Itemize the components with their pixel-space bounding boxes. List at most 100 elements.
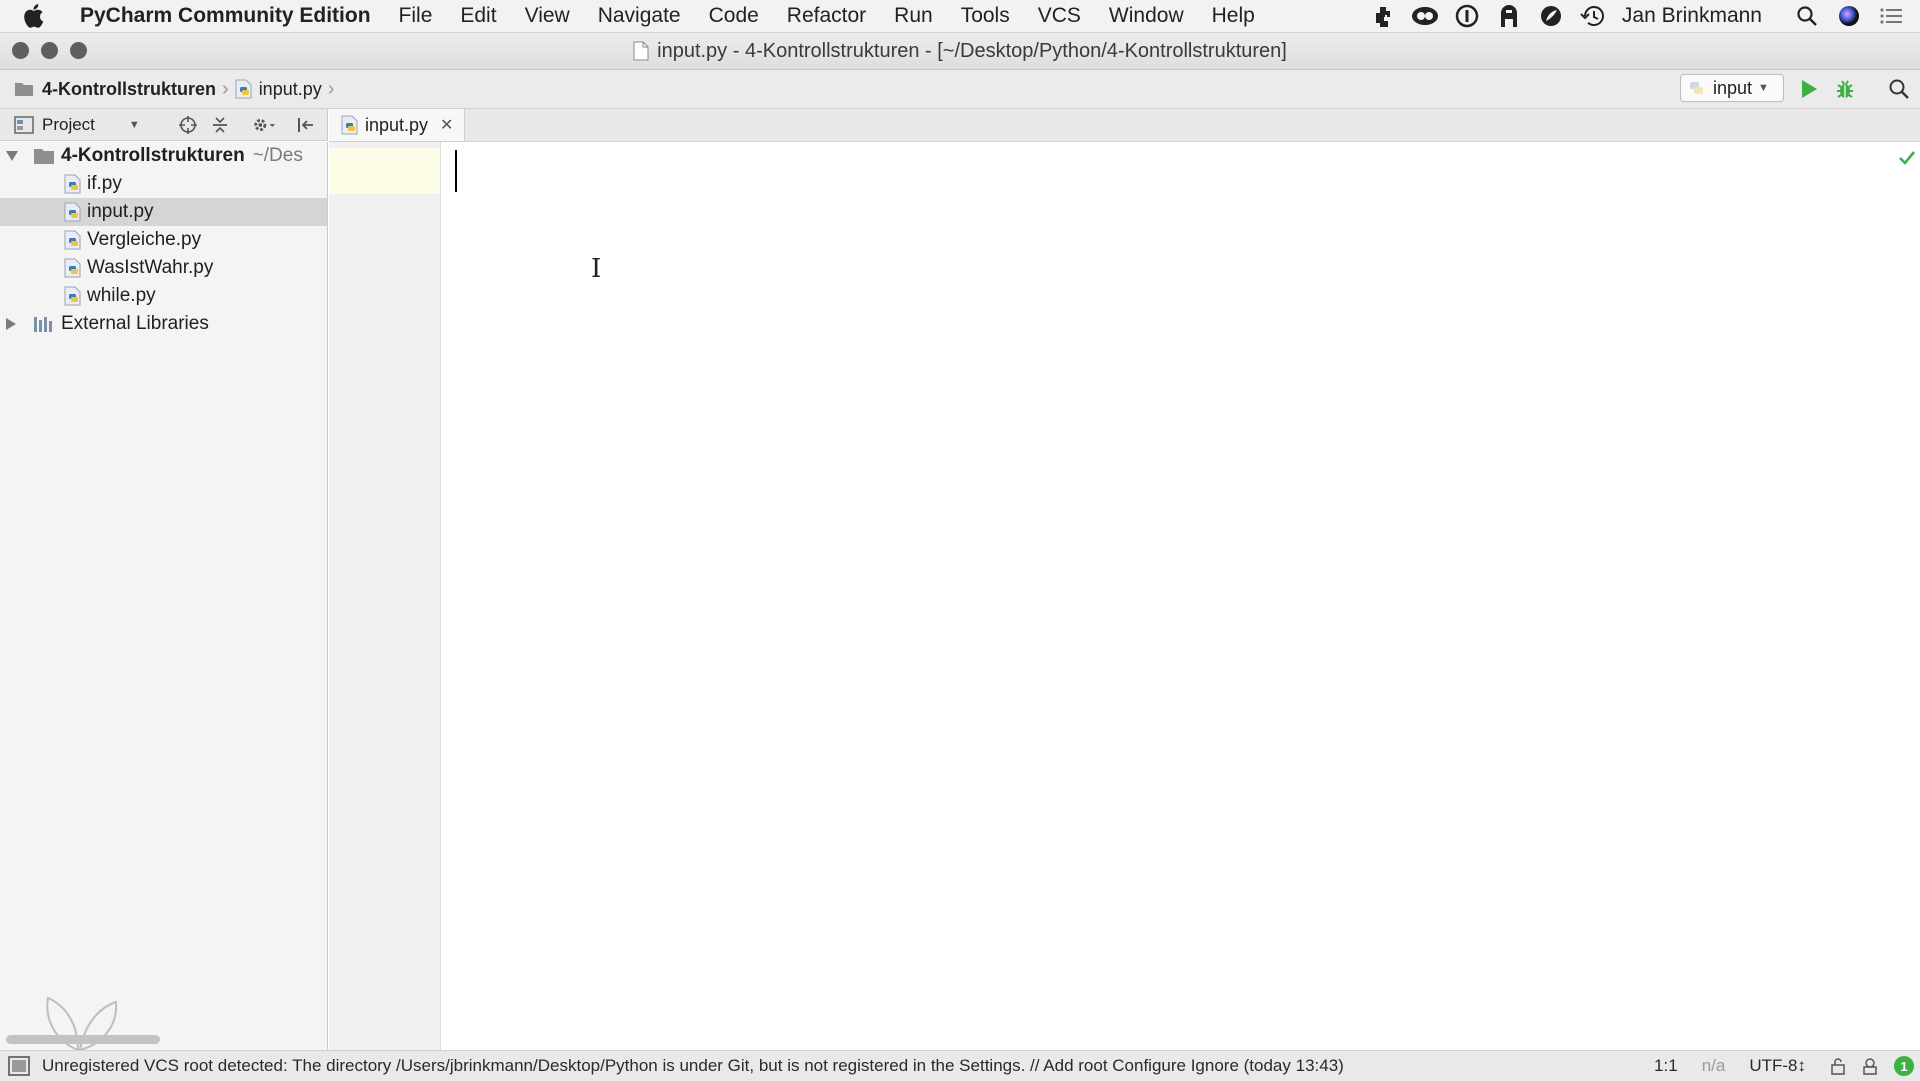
library-icon (33, 315, 55, 333)
collapsed-arrow-icon[interactable] (5, 317, 19, 331)
menu-refactor[interactable]: Refactor (787, 4, 866, 28)
siri-icon[interactable] (1834, 1, 1864, 31)
tree-root-folder[interactable]: 4-Kontrollstrukturen ~/Des (0, 142, 327, 170)
menu-bar-user-name[interactable]: Jan Brinkmann (1622, 4, 1762, 28)
menu-tools[interactable]: Tools (961, 4, 1010, 28)
app-menu[interactable]: PyCharm Community Edition (80, 4, 371, 28)
lock-icon[interactable] (1830, 1057, 1846, 1075)
python-file-icon (64, 258, 82, 278)
python-run-config-icon (1689, 80, 1705, 96)
horizontal-scrollbar[interactable] (6, 1035, 160, 1044)
editor-tab-input[interactable]: input.py ✕ (329, 109, 465, 141)
gear-icon[interactable] (252, 113, 276, 137)
hector-inspector-icon[interactable] (1860, 1056, 1880, 1076)
macos-menu-bar: PyCharm Community Edition File Edit View… (0, 0, 1920, 33)
breadcrumb-project[interactable]: 4-Kontrollstrukturen (14, 79, 216, 100)
folder-icon (33, 147, 55, 165)
menu-run[interactable]: Run (894, 4, 933, 28)
status-bar: Unregistered VCS root detected: The dire… (0, 1050, 1920, 1081)
menu-file[interactable]: File (399, 4, 433, 28)
chevron-down-icon: ▼ (1758, 82, 1769, 94)
menu-help[interactable]: Help (1212, 4, 1255, 28)
menu-navigate[interactable]: Navigate (598, 4, 681, 28)
scroll-from-source-icon[interactable] (176, 113, 200, 137)
python-file-icon (64, 174, 82, 194)
window-title: input.py - 4-Kontrollstrukturen - [~/Des… (0, 33, 1920, 69)
alfred-hat-icon[interactable] (1494, 1, 1524, 31)
run-configuration-selector[interactable]: input ▼ (1680, 74, 1784, 102)
python-file-icon (64, 230, 82, 250)
menu-vcs[interactable]: VCS (1038, 4, 1081, 28)
menu-view[interactable]: View (525, 4, 570, 28)
text-caret (455, 150, 457, 192)
tree-external-libraries[interactable]: External Libraries (0, 310, 327, 338)
creative-cloud-icon[interactable] (1410, 1, 1440, 31)
window-title-bar: input.py - 4-Kontrollstrukturen - [~/Des… (0, 33, 1920, 70)
debug-button[interactable] (1832, 76, 1858, 102)
tree-file-if[interactable]: if.py (0, 170, 327, 198)
python-file-icon (341, 115, 359, 135)
menu-window[interactable]: Window (1109, 4, 1184, 28)
editor-gutter[interactable] (329, 142, 441, 1050)
puzzle-extension-icon[interactable] (1368, 1, 1398, 31)
python-file-icon (64, 286, 82, 306)
file-encoding[interactable]: UTF-8↕ (1749, 1056, 1806, 1076)
tree-file-wasistwahr[interactable]: WasIstWahr.py (0, 254, 327, 282)
editor-tab-bar: input.py ✕ (329, 109, 1920, 142)
time-machine-icon[interactable] (1578, 1, 1608, 31)
run-configuration-label: input (1713, 77, 1753, 98)
tree-file-vergleiche[interactable]: Vergleiche.py (0, 226, 327, 254)
vcs-notification-message[interactable]: Unregistered VCS root detected: The dire… (42, 1056, 1344, 1076)
project-view-icon (14, 115, 34, 134)
line-separator[interactable]: n/a (1702, 1056, 1726, 1076)
breadcrumb-project-label: 4-Kontrollstrukturen (42, 78, 217, 99)
external-libraries-label: External Libraries (61, 313, 209, 334)
inspection-ok-checkmark-icon[interactable] (1898, 150, 1916, 166)
menu-bar-extras: Jan Brinkmann (1356, 0, 1920, 32)
python-file-icon (64, 202, 82, 222)
spotlight-search-icon[interactable] (1792, 1, 1822, 31)
file-label: input.py (87, 201, 154, 222)
breadcrumb-file-label: input.py (258, 78, 322, 99)
file-label: if.py (87, 173, 122, 194)
search-everywhere-icon[interactable] (1886, 76, 1912, 102)
root-folder-path: ~/Des (252, 145, 303, 166)
close-icon[interactable]: ✕ (440, 115, 453, 135)
event-log-badge[interactable]: 1 (1894, 1056, 1914, 1076)
tree-file-while[interactable]: while.py (0, 282, 327, 310)
project-tree: 4-Kontrollstrukturen ~/Des if.py input.p… (0, 142, 328, 1050)
notification-center-icon[interactable] (1876, 1, 1906, 31)
file-label: while.py (87, 285, 156, 306)
project-view-selector[interactable]: Project (42, 115, 95, 135)
expanded-arrow-icon[interactable] (5, 150, 19, 162)
apple-menu-icon[interactable] (22, 3, 62, 29)
menu-edit[interactable]: Edit (460, 4, 496, 28)
python-file-icon (235, 79, 253, 99)
code-editor[interactable]: I (441, 142, 1920, 1050)
window-title-text: input.py - 4-Kontrollstrukturen - [~/Des… (657, 39, 1287, 62)
navigation-bar: 4-Kontrollstrukturen › input.py › input … (0, 70, 1920, 109)
document-icon (633, 41, 649, 61)
tree-file-input[interactable]: input.py (0, 198, 327, 226)
caret-position[interactable]: 1:1 (1654, 1056, 1678, 1076)
menu-code[interactable]: Code (709, 4, 759, 28)
file-label: WasIstWahr.py (87, 257, 214, 278)
current-line-highlight (329, 148, 440, 194)
project-tool-window-header: Project ▼ (0, 109, 328, 141)
folder-icon (14, 81, 34, 97)
breadcrumb-separator: › (327, 77, 335, 100)
breadcrumb-file[interactable]: input.py (235, 79, 322, 100)
collapse-all-icon[interactable] (208, 113, 232, 137)
ibeam-cursor-icon: I (591, 254, 602, 284)
feather-leaf-icon[interactable] (1536, 1, 1566, 31)
file-label: Vergleiche.py (87, 229, 202, 250)
toggle-tool-windows-icon[interactable] (8, 1056, 30, 1076)
root-folder-label: 4-Kontrollstrukturen (61, 145, 245, 166)
hide-panel-icon[interactable] (294, 113, 318, 137)
editor-tab-label: input.py (365, 114, 429, 135)
breadcrumb-separator: › (222, 77, 229, 100)
status-bar-widgets: 1:1 n/a UTF-8↕ 1 (1654, 1051, 1920, 1081)
chevron-down-icon[interactable]: ▼ (129, 119, 140, 131)
1password-icon[interactable] (1452, 1, 1482, 31)
run-button[interactable] (1796, 76, 1822, 102)
